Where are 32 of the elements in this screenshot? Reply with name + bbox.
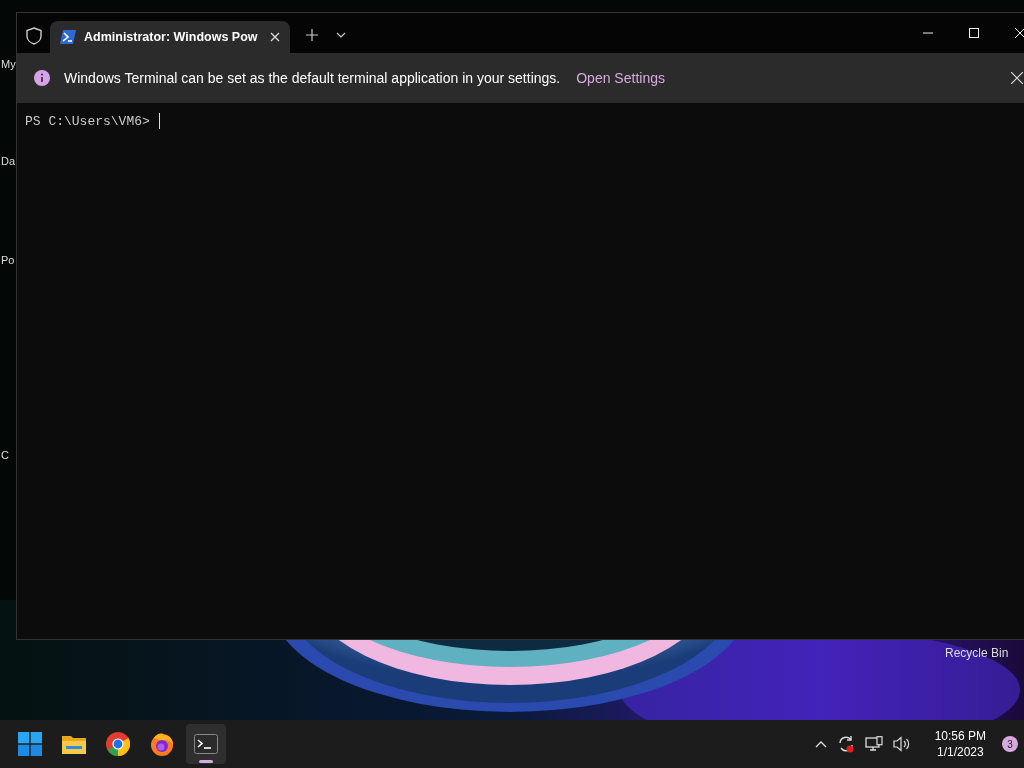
maximize-icon[interactable] [969, 28, 979, 38]
desktop-icon-label[interactable]: Po [1, 254, 15, 266]
open-settings-link[interactable]: Open Settings [576, 70, 665, 86]
close-icon[interactable] [269, 32, 280, 42]
sync-icon[interactable] [836, 735, 855, 753]
network-icon[interactable] [864, 736, 883, 752]
desktop-icon-label[interactable]: C [1, 449, 9, 461]
chevron-down-icon[interactable] [335, 32, 346, 38]
powershell-icon [60, 30, 76, 44]
folder-icon [62, 734, 86, 754]
shield-icon [26, 27, 42, 45]
text-cursor [158, 113, 160, 129]
browser-icon [106, 732, 130, 756]
tab[interactable]: Administrator: Windows Pow [50, 21, 290, 53]
terminal-icon [194, 734, 218, 754]
volume-icon[interactable] [892, 736, 911, 752]
notification-badge[interactable]: 3 [1002, 736, 1018, 752]
taskbar-app-button[interactable] [186, 724, 226, 764]
clock-date[interactable]: 1/1/2023 [936, 744, 984, 760]
browser-icon [150, 732, 174, 756]
desktop-icon-label[interactable]: Da [1, 155, 16, 167]
windows-logo-icon [18, 732, 42, 756]
chevron-up-icon[interactable] [814, 740, 827, 748]
info-message: Windows Terminal can be set as the default terminal application in your settings. [64, 70, 561, 86]
desktop-icon-label[interactable]: My [1, 58, 16, 70]
new-tab-icon[interactable] [305, 29, 318, 41]
clock-time[interactable]: 10:56 PM [934, 728, 986, 744]
terminal-prompt: PS C:\Users\VM6> [25, 113, 150, 129]
close-icon[interactable] [1015, 28, 1024, 38]
info-icon [34, 70, 50, 86]
close-icon[interactable] [1011, 72, 1023, 84]
desktop-icon-label[interactable]: Recycle Bin [945, 646, 1009, 660]
